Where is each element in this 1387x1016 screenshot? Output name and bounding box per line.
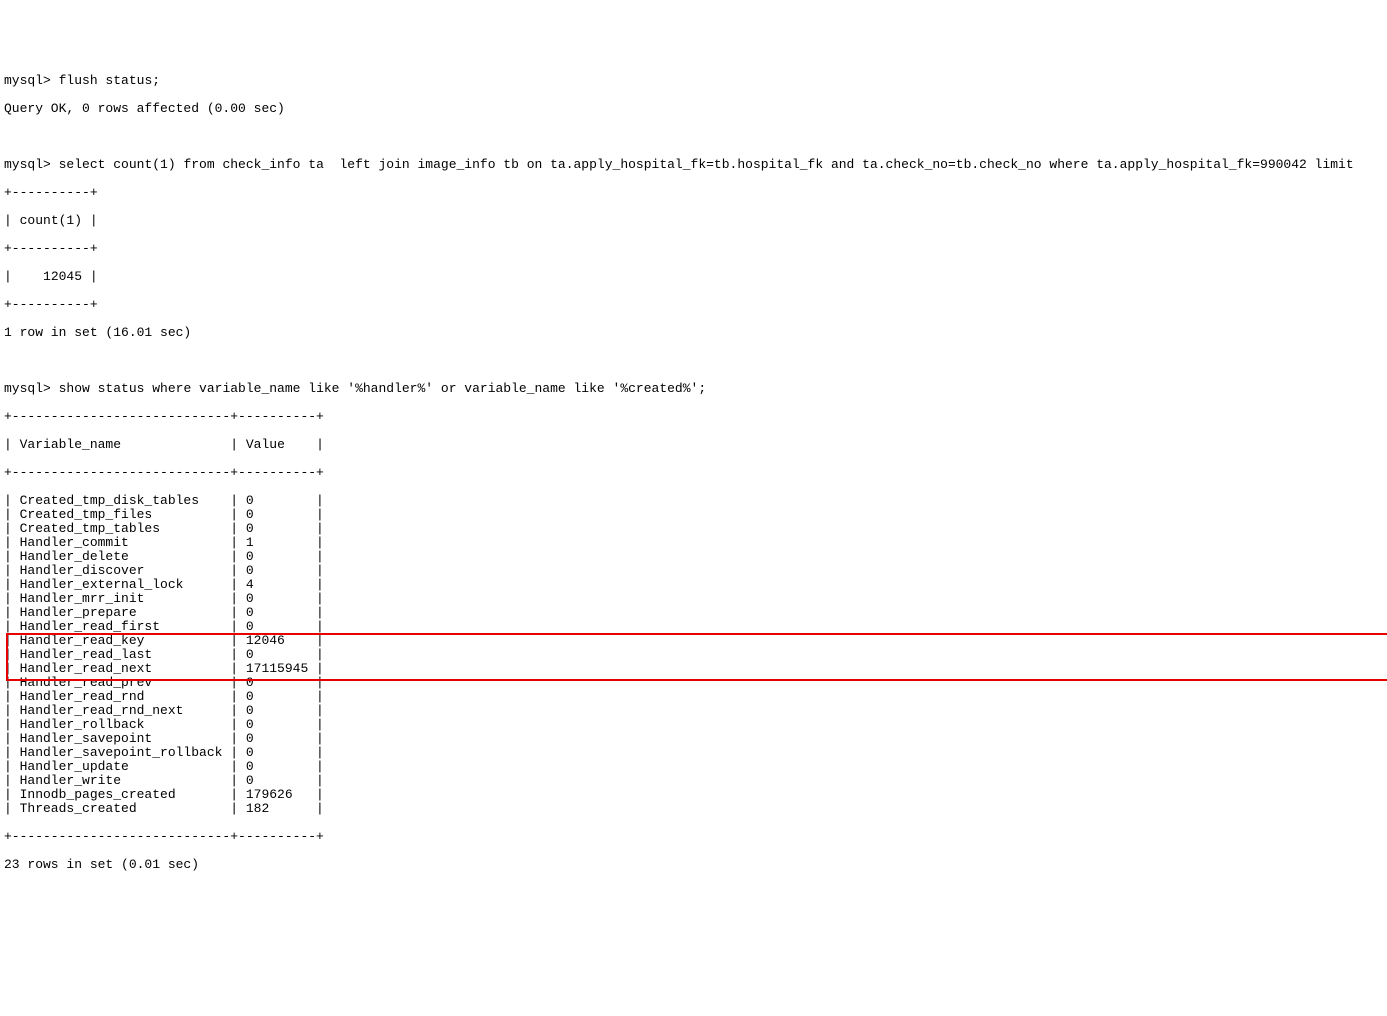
table-row: | Handler_write | 0 | xyxy=(4,774,1383,788)
table-row: | Handler_discover | 0 | xyxy=(4,564,1383,578)
table-row: | Handler_prepare | 0 | xyxy=(4,606,1383,620)
flush-command: flush status; xyxy=(59,73,160,88)
status-rows: | Created_tmp_disk_tables | 0 || Created… xyxy=(4,494,1383,816)
status-border-top: +----------------------------+----------… xyxy=(4,410,1383,424)
col-value: Value xyxy=(246,437,308,452)
table-row: | Created_tmp_tables | 0 | xyxy=(4,522,1383,536)
table-row: | Handler_delete | 0 | xyxy=(4,550,1383,564)
table-row: | Handler_commit | 1 | xyxy=(4,536,1383,550)
table-row: | Handler_update | 0 | xyxy=(4,760,1383,774)
col-variable-name: Variable_name xyxy=(20,437,223,452)
status-footer: 23 rows in set (0.01 sec) xyxy=(4,858,1383,872)
table-row: | Handler_read_rnd | 0 | xyxy=(4,690,1383,704)
table-row: | Handler_mrr_init | 0 | xyxy=(4,592,1383,606)
prompt: mysql> xyxy=(4,157,51,172)
count-footer: 1 row in set (16.01 sec) xyxy=(4,326,1383,340)
table-row: | Created_tmp_files | 0 | xyxy=(4,508,1383,522)
blank-line xyxy=(4,130,1383,144)
count-border-bot: +----------+ xyxy=(4,298,1383,312)
prompt: mysql> xyxy=(4,381,51,396)
table-row: | Threads_created | 182 | xyxy=(4,802,1383,816)
table-row: | Handler_read_prev | 0 | xyxy=(4,676,1383,690)
status-border-bot: +----------------------------+----------… xyxy=(4,830,1383,844)
count-header-row: | count(1) | xyxy=(4,214,1383,228)
count-value: 12045 xyxy=(43,269,82,284)
flush-command-line: mysql> flush status; xyxy=(4,74,1383,88)
status-command: show status where variable_name like '%h… xyxy=(59,381,707,396)
status-command-line: mysql> show status where variable_name l… xyxy=(4,382,1383,396)
status-header-row: | Variable_name | Value | xyxy=(4,438,1383,452)
blank-line xyxy=(4,354,1383,368)
table-row: | Created_tmp_disk_tables | 0 | xyxy=(4,494,1383,508)
table-row: | Handler_rollback | 0 | xyxy=(4,718,1383,732)
table-row: | Handler_external_lock | 4 | xyxy=(4,578,1383,592)
table-row: | Handler_read_first | 0 | xyxy=(4,620,1383,634)
prompt: mysql> xyxy=(4,73,51,88)
table-row: | Handler_savepoint | 0 | xyxy=(4,732,1383,746)
table-row: | Handler_read_last | 0 | xyxy=(4,648,1383,662)
count-border-top: +----------+ xyxy=(4,186,1383,200)
select-command-line: mysql> select count(1) from check_info t… xyxy=(4,158,1383,172)
table-row: | Handler_read_next | 17115945 | xyxy=(4,662,1383,676)
terminal-container: { "prompt": "mysql>", "cmd_flush": "flus… xyxy=(4,18,1383,942)
table-row: | Handler_read_key | 12046 | xyxy=(4,634,1383,648)
table-row: | Innodb_pages_created | 179626 | xyxy=(4,788,1383,802)
flush-result: Query OK, 0 rows affected (0.00 sec) xyxy=(4,102,1383,116)
table-row: | Handler_savepoint_rollback | 0 | xyxy=(4,746,1383,760)
count-border-mid: +----------+ xyxy=(4,242,1383,256)
count-header: count(1) xyxy=(20,213,82,228)
table-row: | Handler_read_rnd_next | 0 | xyxy=(4,704,1383,718)
count-value-row: | 12045 | xyxy=(4,270,1383,284)
select-command: select count(1) from check_info ta left … xyxy=(59,157,1354,172)
status-border-mid: +----------------------------+----------… xyxy=(4,466,1383,480)
